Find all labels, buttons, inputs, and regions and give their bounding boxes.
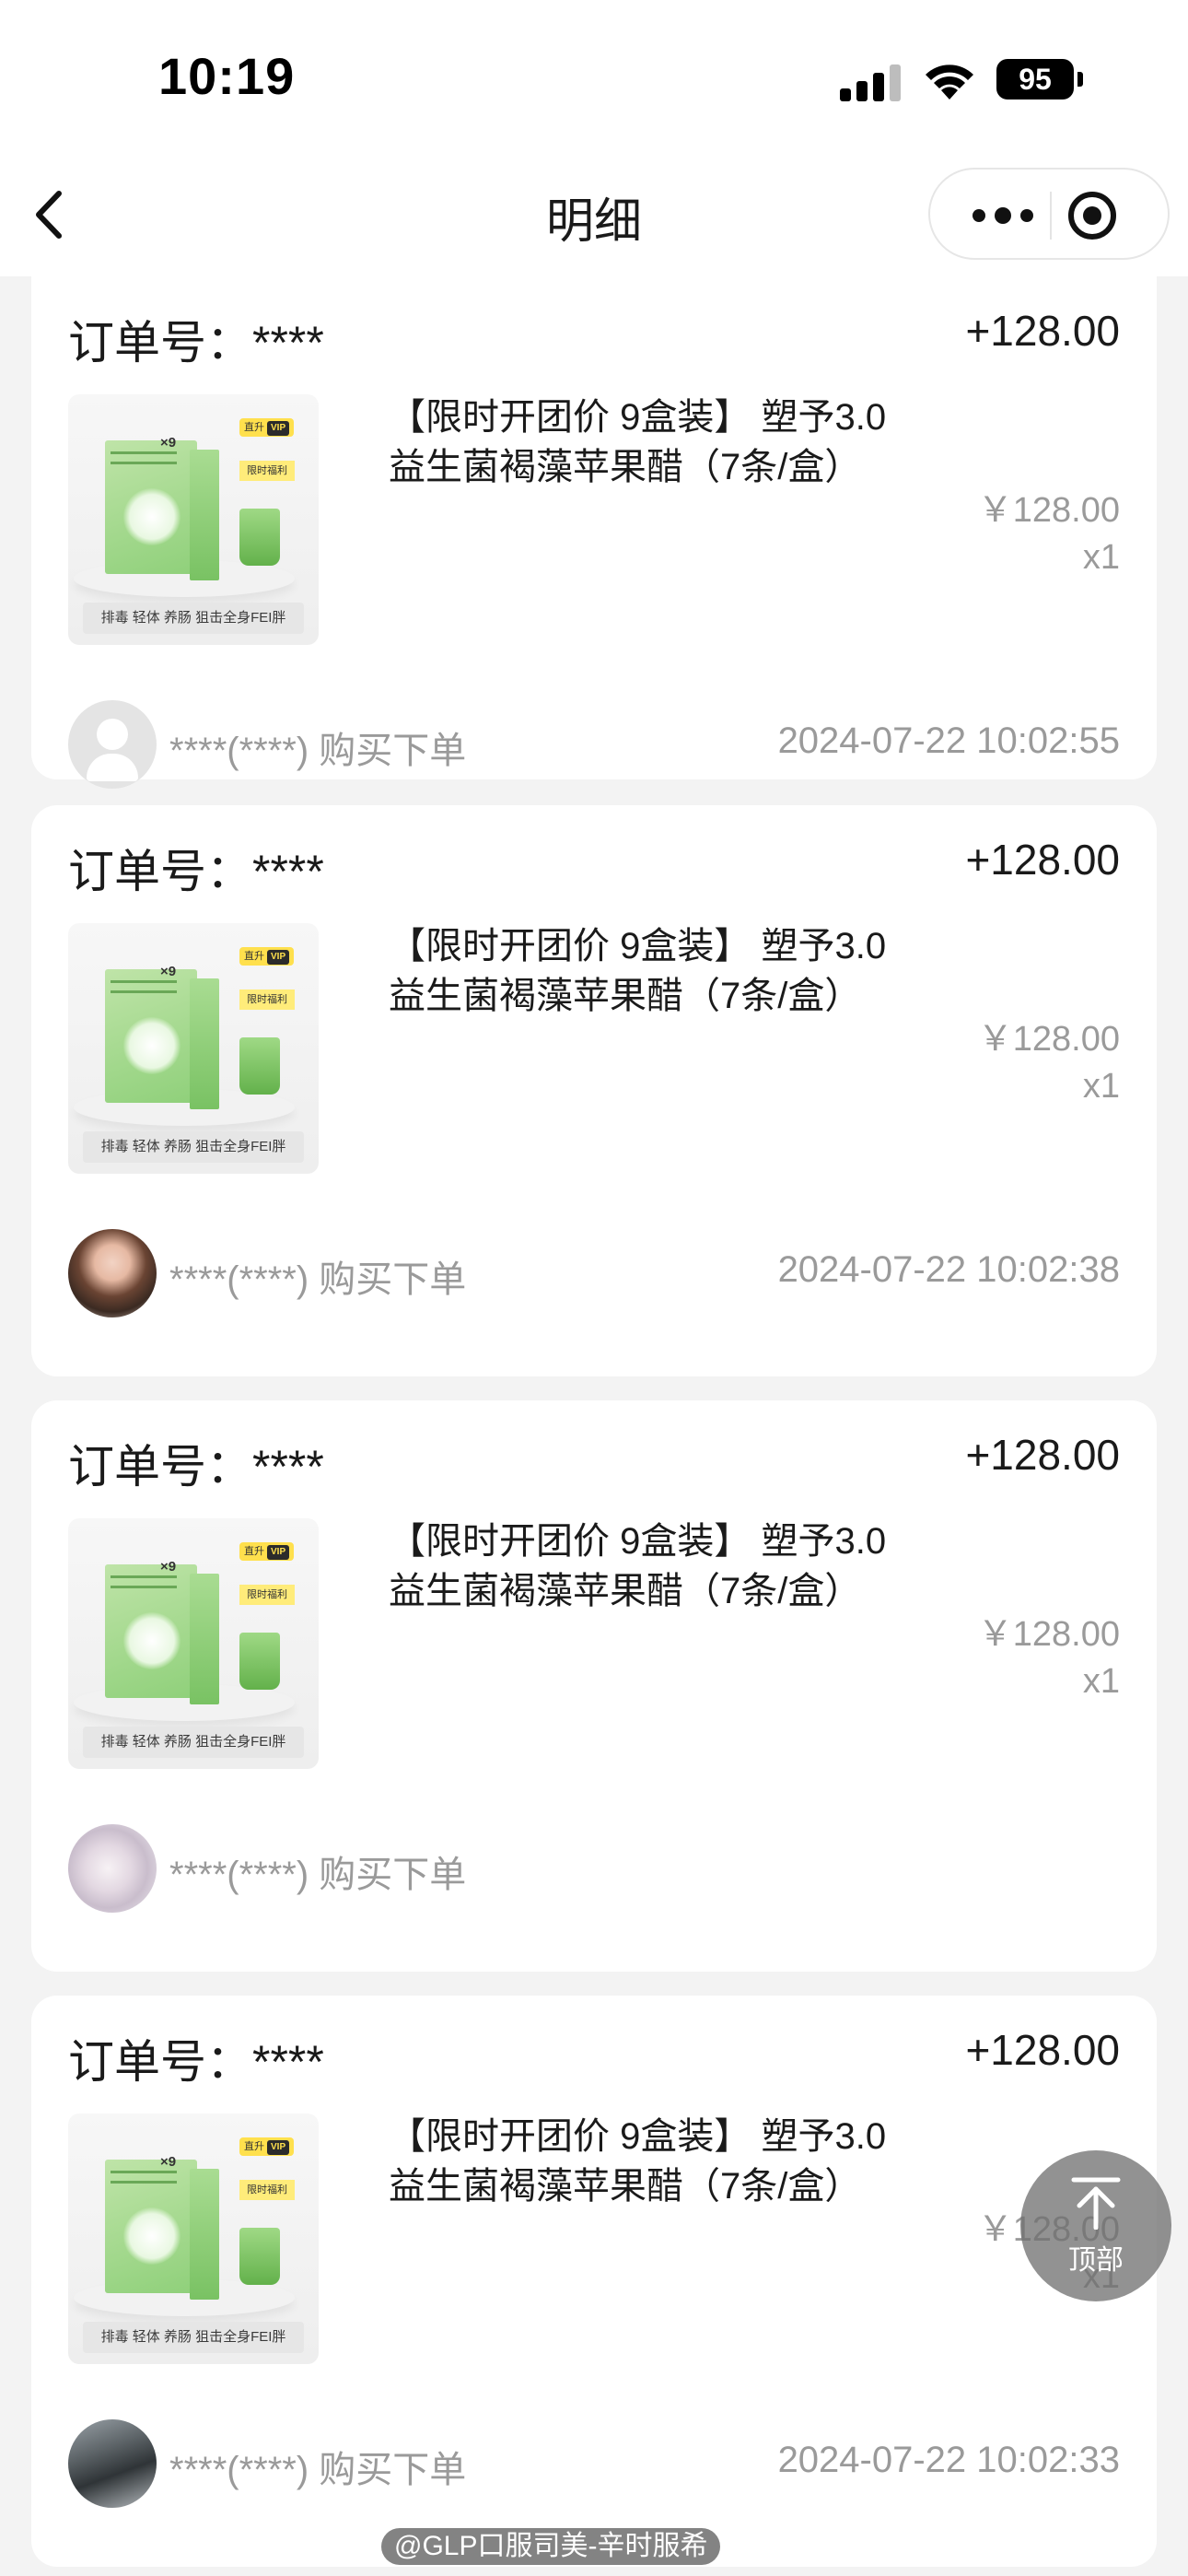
vip-badge: VIP — [267, 1545, 290, 1560]
order-card[interactable]: 订单号：**** +128.00 ×9 直升 VIP 限时福利 排毒 轻体 养肠 … — [31, 805, 1157, 1376]
product-quantity: x1 — [1082, 1067, 1120, 1106]
order-time: 2024-07-22 10:02:55 — [777, 720, 1120, 761]
image-caption: 排毒 轻体 养肠 狙击全身FEI胖 — [83, 2322, 304, 2353]
image-cup — [239, 1633, 280, 1690]
arrow-up-icon — [1071, 2177, 1121, 2230]
image-box-print — [111, 1575, 177, 1588]
image-vip-tag: 直升 VIP — [239, 2137, 295, 2156]
image-gift-tag: 限时福利 — [239, 461, 295, 481]
buyer-avatar — [68, 1824, 157, 1913]
product-image[interactable]: ×9 直升 VIP 限时福利 排毒 轻体 养肠 狙击全身FEI胖 — [68, 394, 319, 645]
miniprogram-capsule — [928, 168, 1170, 260]
buyer-info: ****(****) 购买下单 — [169, 1855, 467, 1895]
image-vip-tag: 直升 VIP — [239, 418, 295, 437]
order-number: 订单号：**** — [68, 317, 324, 369]
buyer-info: ****(****) 购买下单 — [169, 2450, 467, 2490]
vip-tag-label: 直升 — [244, 2141, 264, 2152]
cellular-signal-icon — [840, 64, 904, 101]
wifi-icon — [926, 64, 973, 100]
vip-badge: VIP — [267, 421, 290, 436]
order-card[interactable]: 订单号：**** +128.00 ×9 直升 VIP 限时福利 排毒 轻体 养肠 … — [31, 276, 1157, 789]
product-price: ￥128.00 — [977, 491, 1120, 530]
image-multiplier: ×9 — [160, 964, 177, 979]
order-amount: +128.00 — [965, 307, 1120, 355]
battery-tip — [1077, 72, 1083, 87]
order-time: 2024-07-22 10:02:33 — [777, 2440, 1120, 2480]
image-multiplier: ×9 — [160, 2154, 177, 2170]
order-time: 2024-07-22 10:02:38 — [777, 1249, 1120, 1290]
vip-tag-label: 直升 — [244, 1546, 264, 1557]
image-gift-tag: 限时福利 — [239, 989, 295, 1010]
buyer-avatar — [68, 1229, 157, 1317]
image-caption: 排毒 轻体 养肠 狙击全身FEI胖 — [83, 1131, 304, 1163]
image-caption: 排毒 轻体 养肠 狙击全身FEI胖 — [83, 603, 304, 634]
nav-bar: 明细 — [0, 157, 1188, 276]
product-price: ￥128.00 — [977, 1615, 1120, 1654]
image-box-print — [111, 980, 177, 993]
order-amount: +128.00 — [965, 1431, 1120, 1479]
battery-icon: 95 — [996, 59, 1074, 100]
order-amount: +128.00 — [965, 836, 1120, 884]
order-list[interactable]: 订单号：**** +128.00 ×9 直升 VIP 限时福利 排毒 轻体 养肠 … — [31, 276, 1157, 2576]
buyer-avatar — [68, 2419, 157, 2508]
order-card[interactable]: 订单号：**** +128.00 ×9 直升 VIP 限时福利 排毒 轻体 养肠 … — [31, 1400, 1157, 1972]
product-title[interactable]: 【限时开团价 9盒装】 塑予3.0益生菌褐藻苹果醋（7条/盒） — [389, 1516, 904, 1616]
image-box-side — [190, 978, 219, 1109]
image-cup — [239, 1037, 280, 1095]
image-box-print — [111, 451, 177, 464]
image-multiplier: ×9 — [160, 435, 177, 451]
page: 10:19 95 明细 订单号：**** +128.00 ×9 直升 VIP 限… — [0, 0, 1188, 2576]
product-image[interactable]: ×9 直升 VIP 限时福利 排毒 轻体 养肠 狙击全身FEI胖 — [68, 1518, 319, 1769]
image-gift-tag: 限时福利 — [239, 2180, 295, 2200]
vip-tag-label: 直升 — [244, 951, 264, 962]
order-number: 订单号：**** — [68, 1441, 324, 1493]
product-image[interactable]: ×9 直升 VIP 限时福利 排毒 轻体 养肠 狙击全身FEI胖 — [68, 2113, 319, 2364]
status-bar: 10:19 95 — [0, 0, 1188, 157]
product-quantity: x1 — [1082, 1662, 1120, 1701]
more-icon[interactable] — [949, 170, 1050, 262]
product-title[interactable]: 【限时开团价 9盒装】 塑予3.0益生菌褐藻苹果醋（7条/盒） — [389, 921, 904, 1021]
order-number: 订单号：**** — [68, 846, 324, 897]
capsule-divider — [1050, 192, 1052, 240]
close-miniprogram-icon[interactable] — [1068, 192, 1116, 240]
back-to-top-label: 顶部 — [1068, 2245, 1124, 2276]
vip-tag-label: 直升 — [244, 422, 264, 433]
image-cup — [239, 509, 280, 566]
order-number: 订单号：**** — [68, 2036, 324, 2088]
order-amount: +128.00 — [965, 2026, 1120, 2074]
image-vip-tag: 直升 VIP — [239, 1542, 295, 1561]
image-box-side — [190, 450, 219, 580]
product-title[interactable]: 【限时开团价 9盒装】 塑予3.0益生菌褐藻苹果醋（7条/盒） — [389, 392, 904, 492]
vip-badge: VIP — [267, 950, 290, 965]
product-quantity: x1 — [1082, 538, 1120, 577]
buyer-info: ****(****) 购买下单 — [169, 731, 467, 771]
buyer-info: ****(****) 购买下单 — [169, 1259, 467, 1300]
image-box-side — [190, 2169, 219, 2300]
watermark: @GLP口服司美-辛时服希 — [381, 2528, 721, 2565]
buyer-avatar — [68, 700, 157, 789]
back-to-top-button[interactable]: 顶部 — [1020, 2150, 1171, 2301]
image-multiplier: ×9 — [160, 1559, 177, 1575]
vip-badge: VIP — [267, 2140, 290, 2155]
product-price: ￥128.00 — [977, 1020, 1120, 1059]
image-vip-tag: 直升 VIP — [239, 947, 295, 966]
product-image[interactable]: ×9 直升 VIP 限时福利 排毒 轻体 养肠 狙击全身FEI胖 — [68, 923, 319, 1174]
image-caption: 排毒 轻体 养肠 狙击全身FEI胖 — [83, 1727, 304, 1758]
image-box-side — [190, 1574, 219, 1704]
image-box-print — [111, 2171, 177, 2184]
status-time: 10:19 — [158, 47, 296, 105]
product-title[interactable]: 【限时开团价 9盒装】 塑予3.0益生菌褐藻苹果醋（7条/盒） — [389, 2112, 904, 2211]
order-card[interactable]: 订单号：**** +128.00 ×9 直升 VIP 限时福利 排毒 轻体 养肠 … — [31, 1996, 1157, 2567]
image-gift-tag: 限时福利 — [239, 1585, 295, 1605]
image-cup — [239, 2228, 280, 2285]
